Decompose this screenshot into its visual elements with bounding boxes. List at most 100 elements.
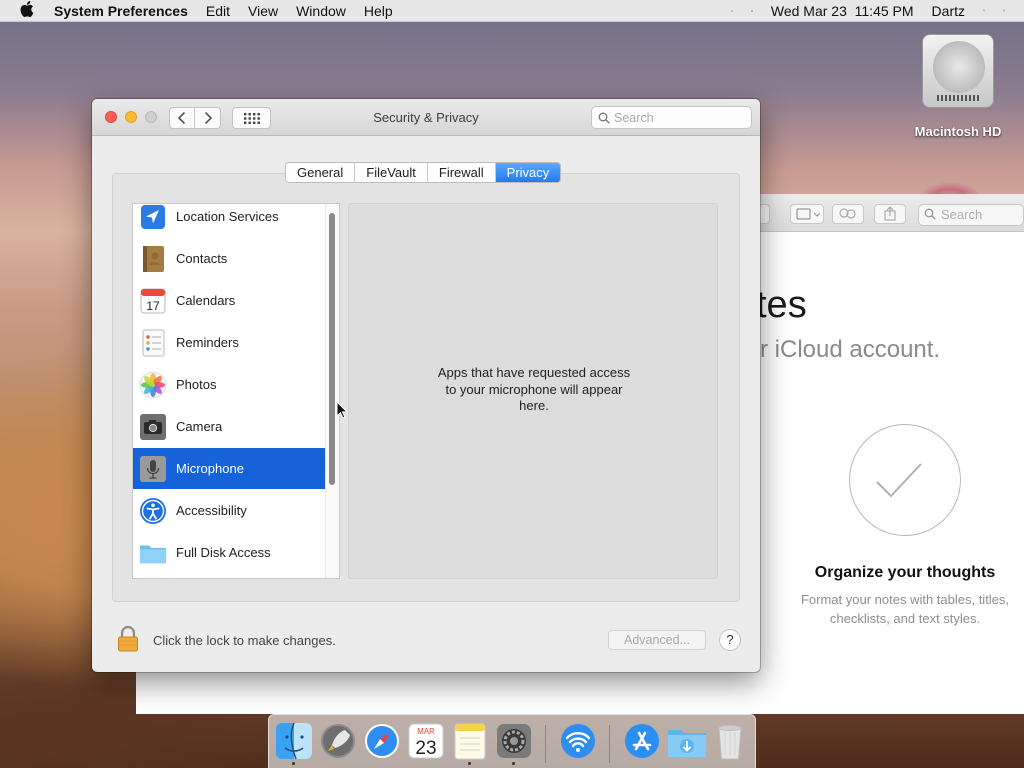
app-store-icon[interactable] xyxy=(623,721,661,761)
apple-menu-icon[interactable] xyxy=(0,0,54,21)
grid-icon xyxy=(243,112,260,124)
finder-icon[interactable] xyxy=(275,721,313,761)
calendar-icon: 17 xyxy=(139,287,167,315)
preferences-search-field[interactable] xyxy=(591,106,752,129)
hard-drive-icon xyxy=(922,34,994,108)
notes-search-input[interactable]: Search xyxy=(918,204,1024,226)
menu-window[interactable]: Window xyxy=(287,3,355,19)
list-item-label: Camera xyxy=(176,419,223,434)
list-item-label: Location Services xyxy=(176,209,279,224)
menu-bar: System Preferences Edit View Window Help… xyxy=(0,0,1024,22)
list-item-label: Full Disk Access xyxy=(176,545,271,560)
show-all-button[interactable] xyxy=(232,107,271,129)
running-indicator xyxy=(468,762,471,765)
list-item-location-services[interactable]: Location Services xyxy=(133,204,325,237)
launchpad-icon[interactable] xyxy=(319,721,357,761)
list-scrollbar-thumb[interactable] xyxy=(329,213,335,485)
advanced-button[interactable]: Advanced... xyxy=(608,630,706,650)
lock-message: Click the lock to make changes. xyxy=(153,633,336,648)
list-item-full-disk-access[interactable]: Full Disk Access xyxy=(133,532,325,573)
accessibility-icon xyxy=(139,497,167,525)
list-item-contacts[interactable]: Contacts xyxy=(133,238,325,279)
dock-separator xyxy=(545,725,546,763)
notes-collaborate-button[interactable] xyxy=(832,204,864,224)
desktop-macintosh-hd[interactable]: Macintosh HD xyxy=(912,34,1004,139)
menu-view[interactable]: View xyxy=(239,3,287,19)
list-item-camera[interactable]: Camera xyxy=(133,406,325,447)
list-item-label: Calendars xyxy=(176,293,236,308)
menu-user[interactable]: Dartz xyxy=(923,3,974,19)
folder-icon xyxy=(139,539,167,567)
search-icon xyxy=(598,112,610,124)
menu-clock[interactable]: Wed Mar 23 11:45 PM xyxy=(762,3,923,19)
notes-search-placeholder: Search xyxy=(941,207,983,222)
system-preferences-icon[interactable] xyxy=(495,721,533,761)
dock-separator xyxy=(609,725,610,763)
wallpaper-flower xyxy=(920,172,980,196)
microphone-icon xyxy=(139,455,167,483)
running-indicator xyxy=(512,762,515,765)
minimize-window-button[interactable] xyxy=(125,111,137,123)
trash-icon[interactable] xyxy=(711,721,749,761)
calendar-app-icon[interactable]: MAR 23 xyxy=(407,721,445,761)
chevron-left-icon xyxy=(177,111,186,125)
notes-organize-desc: Format your notes with tables, titles, c… xyxy=(800,592,1010,626)
empty-apps-message: Apps that have requested access to your … xyxy=(437,365,631,413)
camera-icon xyxy=(139,413,167,441)
list-item-microphone[interactable]: Microphone xyxy=(133,448,325,489)
zoom-window-button[interactable] xyxy=(145,111,157,123)
security-privacy-window: Security & Privacy General FileVault Fir… xyxy=(92,99,760,672)
tab-firewall[interactable]: Firewall xyxy=(427,163,496,182)
back-button[interactable] xyxy=(169,107,195,129)
list-item-label: Contacts xyxy=(176,251,228,266)
hd-label: Macintosh HD xyxy=(914,124,1002,139)
help-button[interactable]: ? xyxy=(719,629,741,651)
tab-bar: General FileVault Firewall Privacy xyxy=(285,162,562,183)
notes-organize-title: Organize your thoughts xyxy=(814,564,996,581)
wifi-diagnostics-icon[interactable] xyxy=(559,721,597,761)
notes-subheading: r iCloud account. xyxy=(760,336,941,363)
reminders-list-icon xyxy=(139,329,167,357)
privacy-category-list[interactable]: Location Services Contacts 17 Calendars … xyxy=(132,203,340,579)
menu-edit[interactable]: Edit xyxy=(197,3,239,19)
list-item-label: Photos xyxy=(176,377,217,392)
forward-button[interactable] xyxy=(195,107,221,129)
photos-flower-icon xyxy=(139,371,167,399)
checkmark-circle-icon xyxy=(849,424,961,536)
list-item-label: Accessibility xyxy=(176,503,247,518)
padlock-icon[interactable] xyxy=(117,625,139,652)
menu-help[interactable]: Help xyxy=(355,3,402,19)
search-icon xyxy=(924,208,936,220)
list-item-photos[interactable]: Photos xyxy=(133,364,325,405)
spotlight-search-icon[interactable] xyxy=(974,3,994,19)
list-item-reminders[interactable]: Reminders xyxy=(133,322,325,363)
list-item-label: Reminders xyxy=(176,335,239,350)
notes-attachment-button[interactable] xyxy=(790,204,824,224)
notification-center-icon[interactable] xyxy=(994,3,1014,19)
mouse-cursor-icon xyxy=(336,401,348,419)
notes-heading: tes xyxy=(756,284,807,326)
list-item-calendars[interactable]: 17 Calendars xyxy=(133,280,325,321)
list-item-label: Microphone xyxy=(176,461,244,476)
dock: MAR 23 xyxy=(268,714,756,768)
tab-general[interactable]: General xyxy=(286,163,356,182)
downloads-folder-icon[interactable] xyxy=(667,721,706,761)
running-indicator xyxy=(292,762,295,765)
tab-filevault[interactable]: FileVault xyxy=(355,163,428,182)
calendar-icon-day: 17 xyxy=(146,299,160,313)
location-arrow-icon xyxy=(139,204,167,231)
eject-icon[interactable] xyxy=(742,3,762,19)
close-window-button[interactable] xyxy=(105,111,117,123)
contacts-book-icon xyxy=(139,245,167,273)
notes-share-button[interactable] xyxy=(874,204,906,224)
tab-privacy[interactable]: Privacy xyxy=(495,163,561,182)
notes-app-icon[interactable] xyxy=(451,721,489,761)
list-item-accessibility[interactable]: Accessibility xyxy=(133,490,325,531)
app-access-pane: Apps that have requested access to your … xyxy=(348,203,718,579)
chevron-right-icon xyxy=(204,111,212,125)
safari-icon[interactable] xyxy=(363,721,401,761)
menu-app-name[interactable]: System Preferences xyxy=(54,3,197,19)
dock-calendar-day: 23 xyxy=(415,738,436,759)
time-machine-icon[interactable] xyxy=(722,3,742,19)
search-input[interactable] xyxy=(614,109,744,126)
